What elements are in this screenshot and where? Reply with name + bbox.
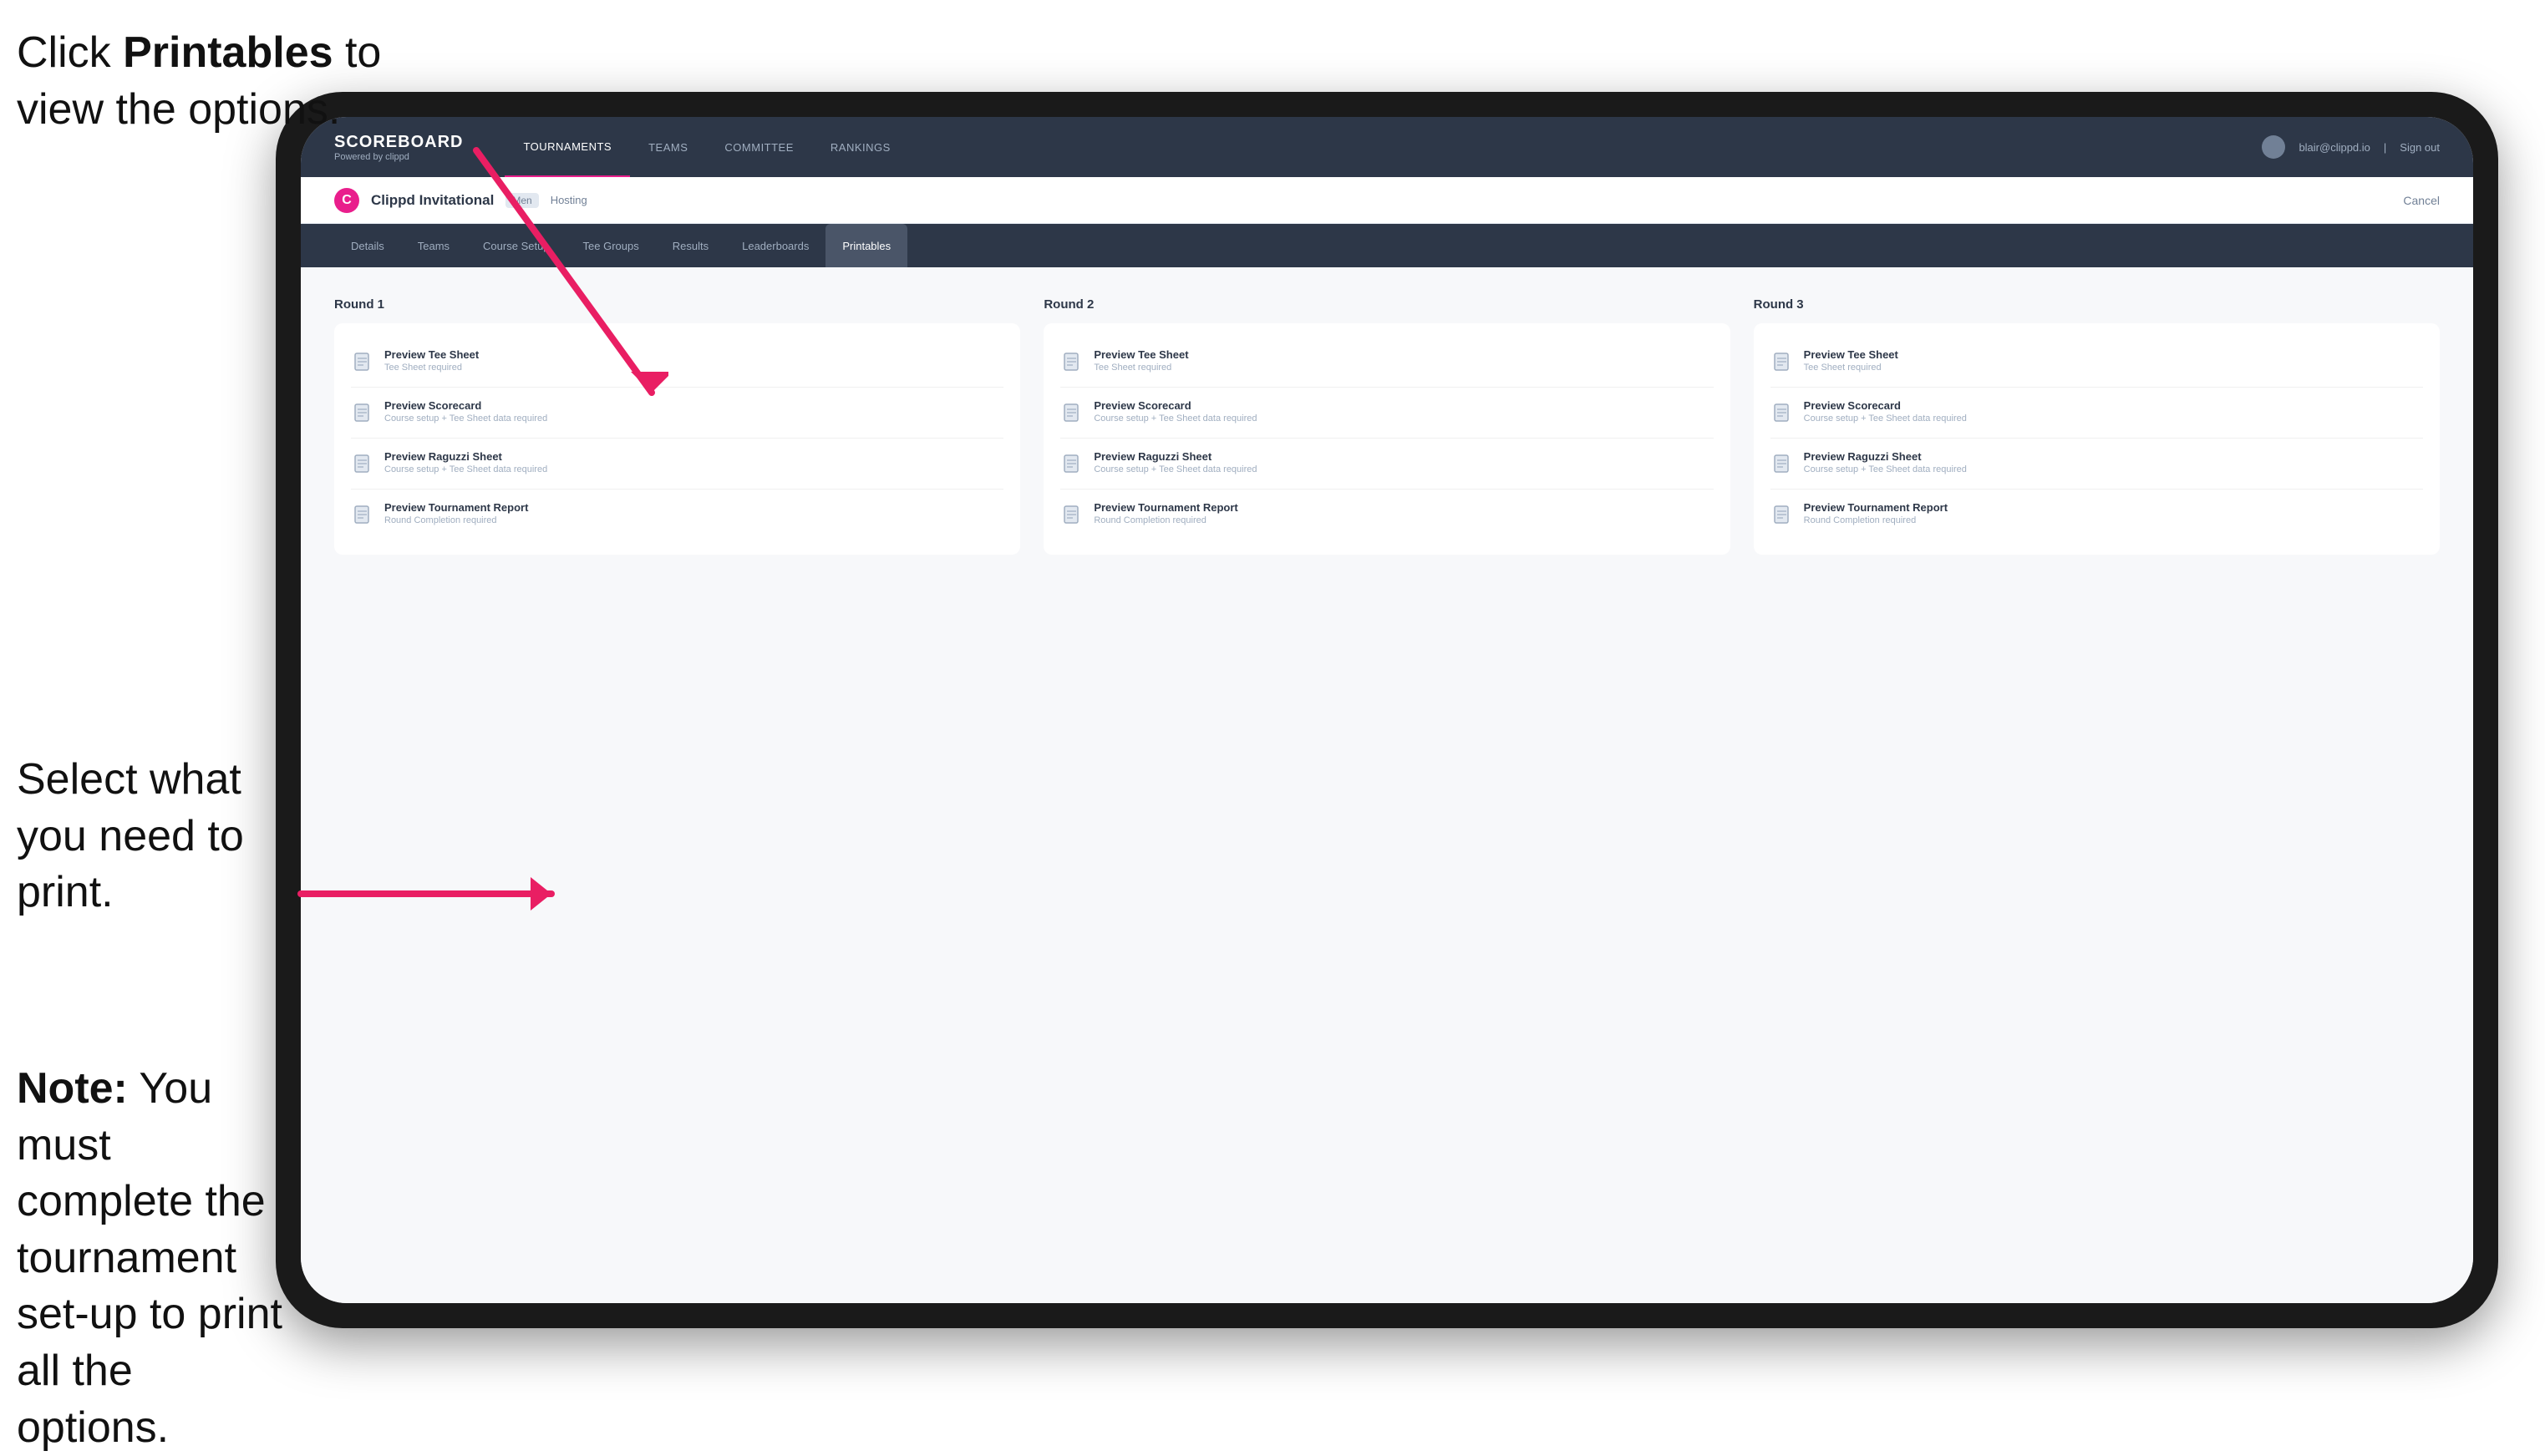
- instruction-middle: Select what you need to print.: [17, 752, 284, 921]
- round-2-tournament-report-icon: [1060, 503, 1084, 530]
- round-3-raguzzi-text: Preview Raguzzi Sheet Course setup + Tee…: [1804, 450, 1967, 474]
- tab-printables[interactable]: Printables: [825, 224, 907, 267]
- round-2-tee-sheet-icon: [1060, 350, 1084, 377]
- arrow-top-icon: [251, 134, 668, 418]
- round-1-raguzzi-label: Preview Raguzzi Sheet: [384, 450, 547, 463]
- round-2-raguzzi-label: Preview Raguzzi Sheet: [1094, 450, 1257, 463]
- round-3-tournament-report-icon: [1770, 503, 1794, 530]
- instruction-bottom: Note: You must complete the tournament s…: [17, 1061, 284, 1456]
- round-3-card: Preview Tee Sheet Tee Sheet required: [1754, 323, 2440, 555]
- round-2-tournament-report[interactable]: Preview Tournament Report Round Completi…: [1060, 491, 1713, 540]
- round-1-raguzzi-text: Preview Raguzzi Sheet Course setup + Tee…: [384, 450, 547, 474]
- round-2-tee-sheet[interactable]: Preview Tee Sheet Tee Sheet required: [1060, 338, 1713, 388]
- round-3-tee-sheet-label: Preview Tee Sheet: [1804, 348, 1898, 361]
- tournament-report-icon: [351, 503, 374, 530]
- round-3-tee-sheet-sublabel: Tee Sheet required: [1804, 363, 1898, 373]
- round-2-scorecard-label: Preview Scorecard: [1094, 399, 1257, 412]
- avatar: [2262, 135, 2285, 159]
- round-2-tee-sheet-label: Preview Tee Sheet: [1094, 348, 1188, 361]
- nav-links: TOURNAMENTS TEAMS COMMITTEE RANKINGS: [505, 117, 2262, 177]
- separator: |: [2384, 141, 2386, 154]
- round-2-tee-sheet-sublabel: Tee Sheet required: [1094, 363, 1188, 373]
- round-2-raguzzi[interactable]: Preview Raguzzi Sheet Course setup + Tee…: [1060, 440, 1713, 490]
- round-1-tournament-report-sublabel: Round Completion required: [384, 515, 528, 525]
- round-3-raguzzi-sublabel: Course setup + Tee Sheet data required: [1804, 464, 1967, 474]
- round-1-tournament-report-label: Preview Tournament Report: [384, 501, 528, 514]
- round-3-tournament-report-text: Preview Tournament Report Round Completi…: [1804, 501, 1948, 525]
- round-2-scorecard[interactable]: Preview Scorecard Course setup + Tee She…: [1060, 389, 1713, 439]
- round-3-raguzzi-label: Preview Raguzzi Sheet: [1804, 450, 1967, 463]
- round-1-tournament-report[interactable]: Preview Tournament Report Round Completi…: [351, 491, 1003, 540]
- round-2-column: Round 2: [1044, 297, 1730, 555]
- round-3-tournament-report[interactable]: Preview Tournament Report Round Completi…: [1770, 491, 2423, 540]
- round-3-scorecard-text: Preview Scorecard Course setup + Tee She…: [1804, 399, 1967, 424]
- round-3-tournament-report-label: Preview Tournament Report: [1804, 501, 1948, 514]
- round-3-scorecard-icon: [1770, 401, 1794, 428]
- round-3-scorecard-sublabel: Course setup + Tee Sheet data required: [1804, 413, 1967, 424]
- round-2-scorecard-sublabel: Course setup + Tee Sheet data required: [1094, 413, 1257, 424]
- nav-committee[interactable]: COMMITTEE: [706, 117, 812, 177]
- round-3-raguzzi[interactable]: Preview Raguzzi Sheet Course setup + Tee…: [1770, 440, 2423, 490]
- round-2-title: Round 2: [1044, 297, 1730, 312]
- round-3-title: Round 3: [1754, 297, 2440, 312]
- nav-rankings[interactable]: RANKINGS: [812, 117, 909, 177]
- round-3-tee-sheet-icon: [1770, 350, 1794, 377]
- round-3-tournament-report-sublabel: Round Completion required: [1804, 515, 1948, 525]
- main-content: Round 1: [301, 267, 2473, 1303]
- instruction-top: Click Printables toview the options.: [17, 25, 381, 138]
- round-2-raguzzi-text: Preview Raguzzi Sheet Course setup + Tee…: [1094, 450, 1257, 474]
- tab-leaderboards[interactable]: Leaderboards: [725, 224, 825, 267]
- arrow-middle-icon: [292, 844, 593, 944]
- round-2-tournament-report-sublabel: Round Completion required: [1094, 515, 1237, 525]
- round-2-tournament-report-label: Preview Tournament Report: [1094, 501, 1237, 514]
- nav-right: blair@clippd.io | Sign out: [2262, 135, 2440, 159]
- round-2-card: Preview Tee Sheet Tee Sheet required: [1044, 323, 1730, 555]
- round-3-tee-sheet-text: Preview Tee Sheet Tee Sheet required: [1804, 348, 1898, 373]
- raguzzi-icon: [351, 452, 374, 479]
- round-3-raguzzi-icon: [1770, 452, 1794, 479]
- printables-bold: Printables: [123, 28, 333, 77]
- round-2-tournament-report-text: Preview Tournament Report Round Completi…: [1094, 501, 1237, 525]
- round-3-column: Round 3: [1754, 297, 2440, 555]
- user-email: blair@clippd.io: [2299, 141, 2370, 154]
- round-2-scorecard-text: Preview Scorecard Course setup + Tee She…: [1094, 399, 1257, 424]
- round-1-tournament-report-text: Preview Tournament Report Round Completi…: [384, 501, 528, 525]
- round-3-scorecard-label: Preview Scorecard: [1804, 399, 1967, 412]
- round-1-raguzzi[interactable]: Preview Raguzzi Sheet Course setup + Tee…: [351, 440, 1003, 490]
- round-1-raguzzi-sublabel: Course setup + Tee Sheet data required: [384, 464, 547, 474]
- round-2-raguzzi-icon: [1060, 452, 1084, 479]
- round-2-raguzzi-sublabel: Course setup + Tee Sheet data required: [1094, 464, 1257, 474]
- round-2-scorecard-icon: [1060, 401, 1084, 428]
- round-2-tee-sheet-text: Preview Tee Sheet Tee Sheet required: [1094, 348, 1188, 373]
- sign-out-link[interactable]: Sign out: [2400, 141, 2440, 154]
- round-3-scorecard[interactable]: Preview Scorecard Course setup + Tee She…: [1770, 389, 2423, 439]
- round-3-tee-sheet[interactable]: Preview Tee Sheet Tee Sheet required: [1770, 338, 2423, 388]
- cancel-button[interactable]: Cancel: [2403, 194, 2440, 207]
